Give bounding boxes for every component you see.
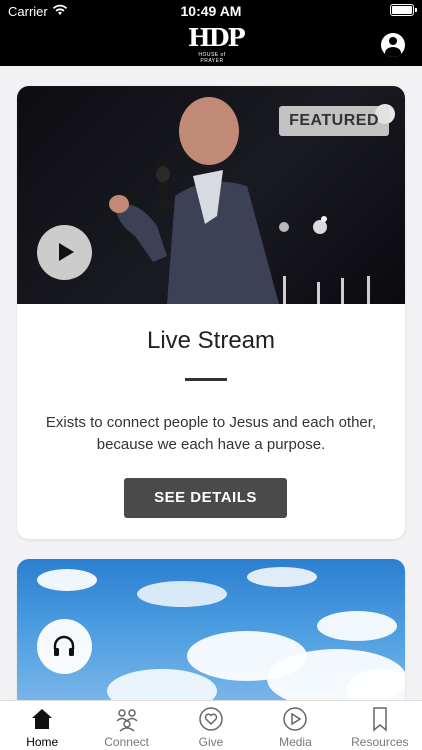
main-content[interactable]: FEATURED Live Stream Exists to connect p…	[0, 66, 422, 700]
tab-connect[interactable]: Connect	[84, 701, 168, 750]
logo-mark: HDP	[188, 23, 246, 52]
status-bar: Carrier 10:49 AM	[0, 0, 422, 22]
tab-resources[interactable]: Resources	[338, 701, 422, 750]
tab-label: Resources	[351, 735, 409, 749]
app-logo: HDP HOUSE of PRAYER	[188, 23, 246, 65]
tab-home[interactable]: Home	[0, 701, 84, 750]
featured-card[interactable]: FEATURED Live Stream Exists to connect p…	[17, 86, 405, 539]
tab-label: Give	[198, 735, 224, 749]
clock: 10:49 AM	[180, 3, 242, 19]
featured-hero-image[interactable]: FEATURED	[17, 86, 405, 304]
profile-icon[interactable]	[381, 33, 405, 57]
audio-button[interactable]	[37, 619, 92, 674]
audio-card[interactable]	[17, 559, 405, 700]
tab-media[interactable]: Media	[253, 701, 337, 750]
tab-bar: Home Connect Give Media Resources	[0, 700, 422, 750]
play-button[interactable]	[37, 225, 92, 280]
title-divider	[185, 378, 227, 381]
top-bar: Carrier 10:49 AM HDP HOUSE of PRAYER	[0, 0, 422, 66]
card-description: Exists to connect people to Jesus and ea…	[45, 414, 377, 453]
logo-text: HOUSE of PRAYER	[198, 52, 226, 64]
tab-give[interactable]: Give	[169, 701, 253, 750]
battery-icon	[390, 4, 417, 16]
card-title: Live Stream	[146, 327, 276, 354]
tab-label: Home	[26, 735, 59, 749]
headphones-icon	[53, 635, 75, 656]
featured-badge: FEATURED	[279, 106, 389, 136]
media-icon	[283, 707, 308, 731]
tab-label: Media	[279, 735, 312, 749]
see-details-button[interactable]: SEE DETAILS	[124, 478, 287, 518]
resources-icon	[373, 707, 387, 732]
tab-label: Connect	[104, 735, 149, 749]
home-icon	[32, 709, 53, 729]
give-icon	[199, 707, 223, 731]
connect-icon	[116, 709, 138, 732]
